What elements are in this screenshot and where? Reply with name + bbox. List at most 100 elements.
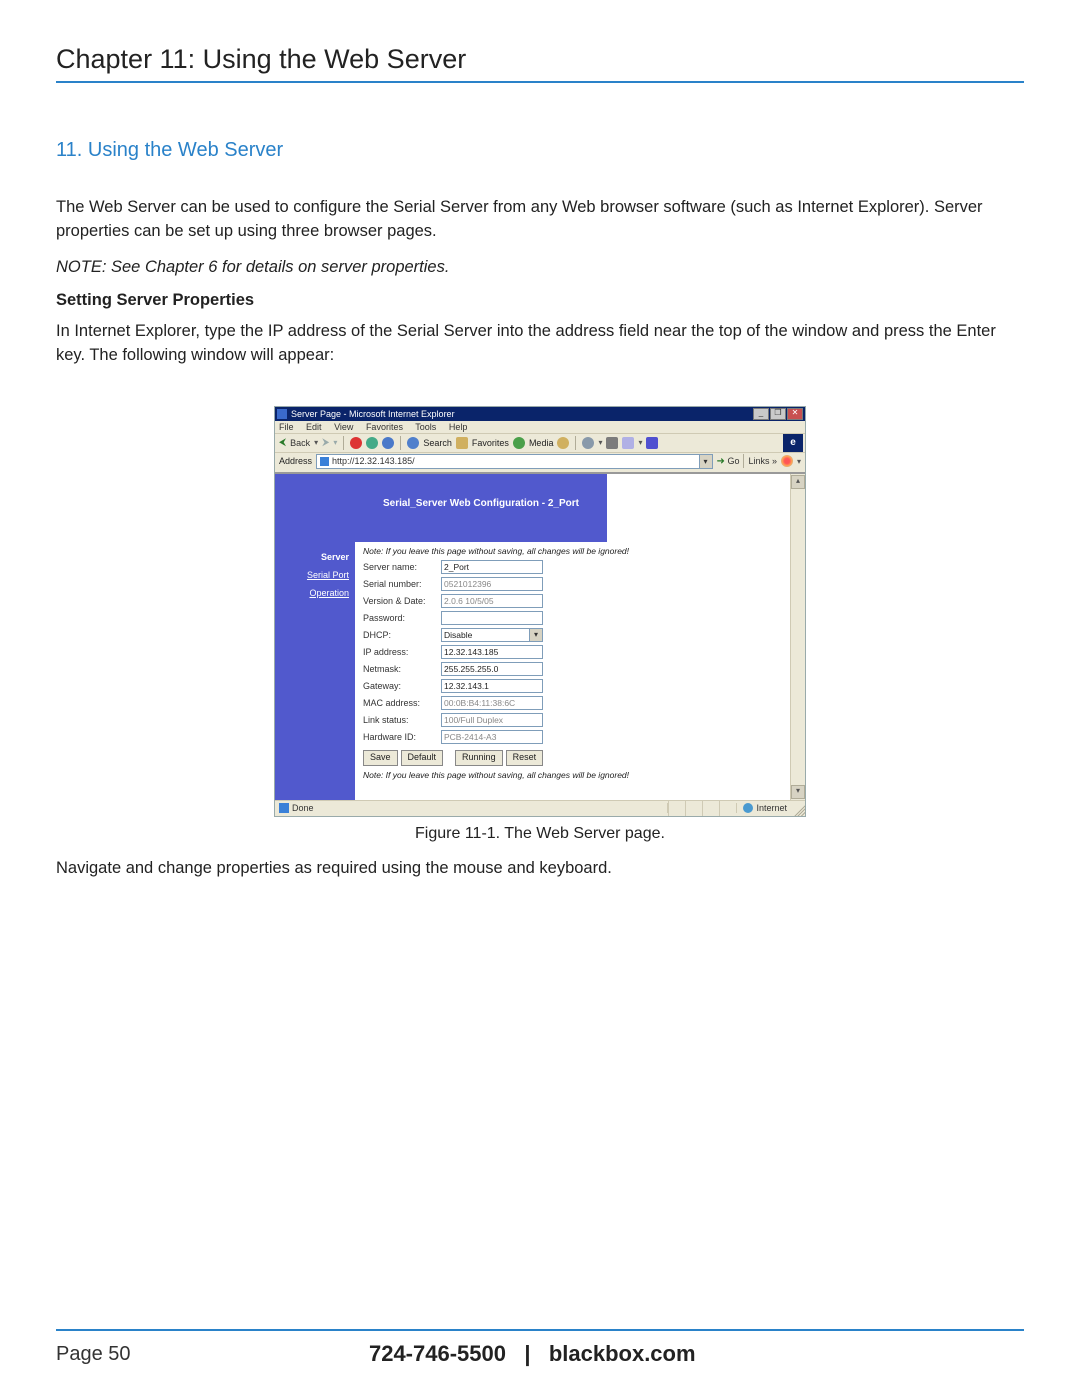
intro-paragraph: The Web Server can be used to configure … <box>56 196 1024 244</box>
ie-logo-icon: e <box>783 434 803 452</box>
ie-page-icon <box>277 409 287 419</box>
media-button[interactable]: Media <box>529 438 554 448</box>
vertical-scrollbar[interactable]: ▴ ▾ <box>790 474 805 800</box>
reset-button[interactable]: Reset <box>506 750 544 766</box>
label-serial-number: Serial number: <box>363 579 441 589</box>
menu-tools[interactable]: Tools <box>415 422 436 432</box>
links-button[interactable]: Links » <box>748 456 777 466</box>
instructions-paragraph: In Internet Explorer, type the IP addres… <box>56 320 1024 368</box>
subheading: Setting Server Properties <box>56 291 1024 310</box>
address-label: Address <box>279 456 312 466</box>
warn-top: Note: If you leave this page without sav… <box>363 542 805 560</box>
go-button[interactable]: ➜ Go <box>717 456 740 467</box>
web-viewport: ▴ ▾ Serial_Server Web Configuration - 2_… <box>275 473 805 800</box>
input-netmask[interactable]: 255.255.255.0 <box>441 662 543 676</box>
menu-edit[interactable]: Edit <box>306 422 322 432</box>
window-close-button[interactable]: ✕ <box>787 408 803 420</box>
input-mac-address: 00:0B:B4:11:38:6C <box>441 696 543 710</box>
edit-dropdown-icon[interactable]: ▾ <box>638 438 642 447</box>
status-bar: Done Internet <box>275 800 805 816</box>
select-dhcp[interactable]: Disable ▾ <box>441 628 543 642</box>
window-title: Server Page - Microsoft Internet Explore… <box>291 409 455 419</box>
mail-dropdown-icon[interactable]: ▾ <box>598 438 602 447</box>
forward-icon[interactable]: ⮞ <box>322 437 329 448</box>
titlebar: Server Page - Microsoft Internet Explore… <box>275 407 805 421</box>
scroll-up-icon[interactable]: ▴ <box>791 475 805 489</box>
page-footer: Page 50 724-746-5500 | blackbox.com <box>56 1329 1024 1367</box>
address-bar: Address http://12.32.143.185/ ▾ ➜ Go Lin… <box>275 453 805 473</box>
chapter-title: Chapter 11: Using the Web Server <box>56 44 1024 83</box>
menu-file[interactable]: File <box>279 422 294 432</box>
footer-site: blackbox.com <box>549 1341 696 1366</box>
config-main: Note: If you leave this page without sav… <box>355 534 805 800</box>
favorites-icon[interactable] <box>456 437 468 449</box>
input-serial-number: 0521012396 <box>441 577 543 591</box>
toolbar: ⮜ Back ▾ ⮞ ▾ Search Favorites Media ▾ ▾ … <box>275 434 805 453</box>
search-icon[interactable] <box>407 437 419 449</box>
page-number: Page 50 <box>56 1343 131 1366</box>
label-netmask: Netmask: <box>363 664 441 674</box>
after-figure-paragraph: Navigate and change properties as requir… <box>56 857 1024 881</box>
home-icon[interactable] <box>382 437 394 449</box>
input-ip-address[interactable]: 12.32.143.185 <box>441 645 543 659</box>
input-gateway[interactable]: 12.32.143.1 <box>441 679 543 693</box>
back-button[interactable]: Back <box>290 438 310 448</box>
input-hardware-id: PCB-2414-A3 <box>441 730 543 744</box>
window-minimize-button[interactable]: _ <box>753 408 769 420</box>
address-input[interactable]: http://12.32.143.185/ ▾ <box>316 454 713 469</box>
discuss-icon[interactable] <box>646 437 658 449</box>
internet-zone-icon <box>743 803 753 813</box>
status-text: Done <box>292 803 314 813</box>
go-icon: ➜ <box>717 456 725 467</box>
label-hardware-id: Hardware ID: <box>363 732 441 742</box>
note-line: NOTE: See Chapter 6 for details on serve… <box>56 258 1024 277</box>
back-dropdown-icon[interactable]: ▾ <box>314 438 318 447</box>
links-toolbar-icon[interactable] <box>781 455 793 467</box>
media-icon[interactable] <box>513 437 525 449</box>
running-button[interactable]: Running <box>455 750 503 766</box>
input-password[interactable] <box>441 611 543 625</box>
scroll-down-icon[interactable]: ▾ <box>791 785 805 799</box>
ie-window: Server Page - Microsoft Internet Explore… <box>274 406 806 817</box>
footer-sep: | <box>524 1341 530 1366</box>
default-button[interactable]: Default <box>401 750 444 766</box>
window-maximize-button[interactable]: ❐ <box>770 408 786 420</box>
refresh-icon[interactable] <box>366 437 378 449</box>
label-version-date: Version & Date: <box>363 596 441 606</box>
print-icon[interactable] <box>606 437 618 449</box>
label-mac-address: MAC address: <box>363 698 441 708</box>
sidebar-item-operation[interactable]: Operation <box>275 584 355 602</box>
label-password: Password: <box>363 613 441 623</box>
search-button[interactable]: Search <box>423 438 452 448</box>
page-icon <box>320 457 329 466</box>
section-title: 11. Using the Web Server <box>56 139 1024 162</box>
menu-favorites[interactable]: Favorites <box>366 422 403 432</box>
menu-view[interactable]: View <box>334 422 353 432</box>
input-version-date: 2.0.6 10/5/05 <box>441 594 543 608</box>
favorites-button[interactable]: Favorites <box>472 438 509 448</box>
footer-phone: 724-746-5500 <box>369 1341 506 1366</box>
input-link-status: 100/Full Duplex <box>441 713 543 727</box>
back-icon[interactable]: ⮜ <box>279 437 286 448</box>
config-banner: Serial_Server Web Configuration - 2_Port <box>355 474 607 534</box>
menu-help[interactable]: Help <box>449 422 468 432</box>
forward-dropdown-icon[interactable]: ▾ <box>333 438 337 447</box>
status-zone: Internet <box>756 803 787 813</box>
mail-icon[interactable] <box>582 437 594 449</box>
menubar: File Edit View Favorites Tools Help <box>275 421 805 434</box>
history-icon[interactable] <box>557 437 569 449</box>
sidebar-item-server[interactable]: Server <box>275 548 355 566</box>
address-dropdown-icon[interactable]: ▾ <box>699 455 712 468</box>
dhcp-dropdown-icon[interactable]: ▾ <box>529 629 542 641</box>
stop-icon[interactable] <box>350 437 362 449</box>
links-dropdown-icon[interactable]: ▾ <box>797 457 801 466</box>
label-link-status: Link status: <box>363 715 441 725</box>
input-server-name[interactable]: 2_Port <box>441 560 543 574</box>
sidebar-item-serial-port[interactable]: Serial Port <box>275 566 355 584</box>
config-sidebar: Server Serial Port Operation <box>275 534 355 800</box>
edit-icon[interactable] <box>622 437 634 449</box>
resize-grip-icon <box>793 801 805 816</box>
label-gateway: Gateway: <box>363 681 441 691</box>
address-value: http://12.32.143.185/ <box>332 455 415 468</box>
save-button[interactable]: Save <box>363 750 398 766</box>
